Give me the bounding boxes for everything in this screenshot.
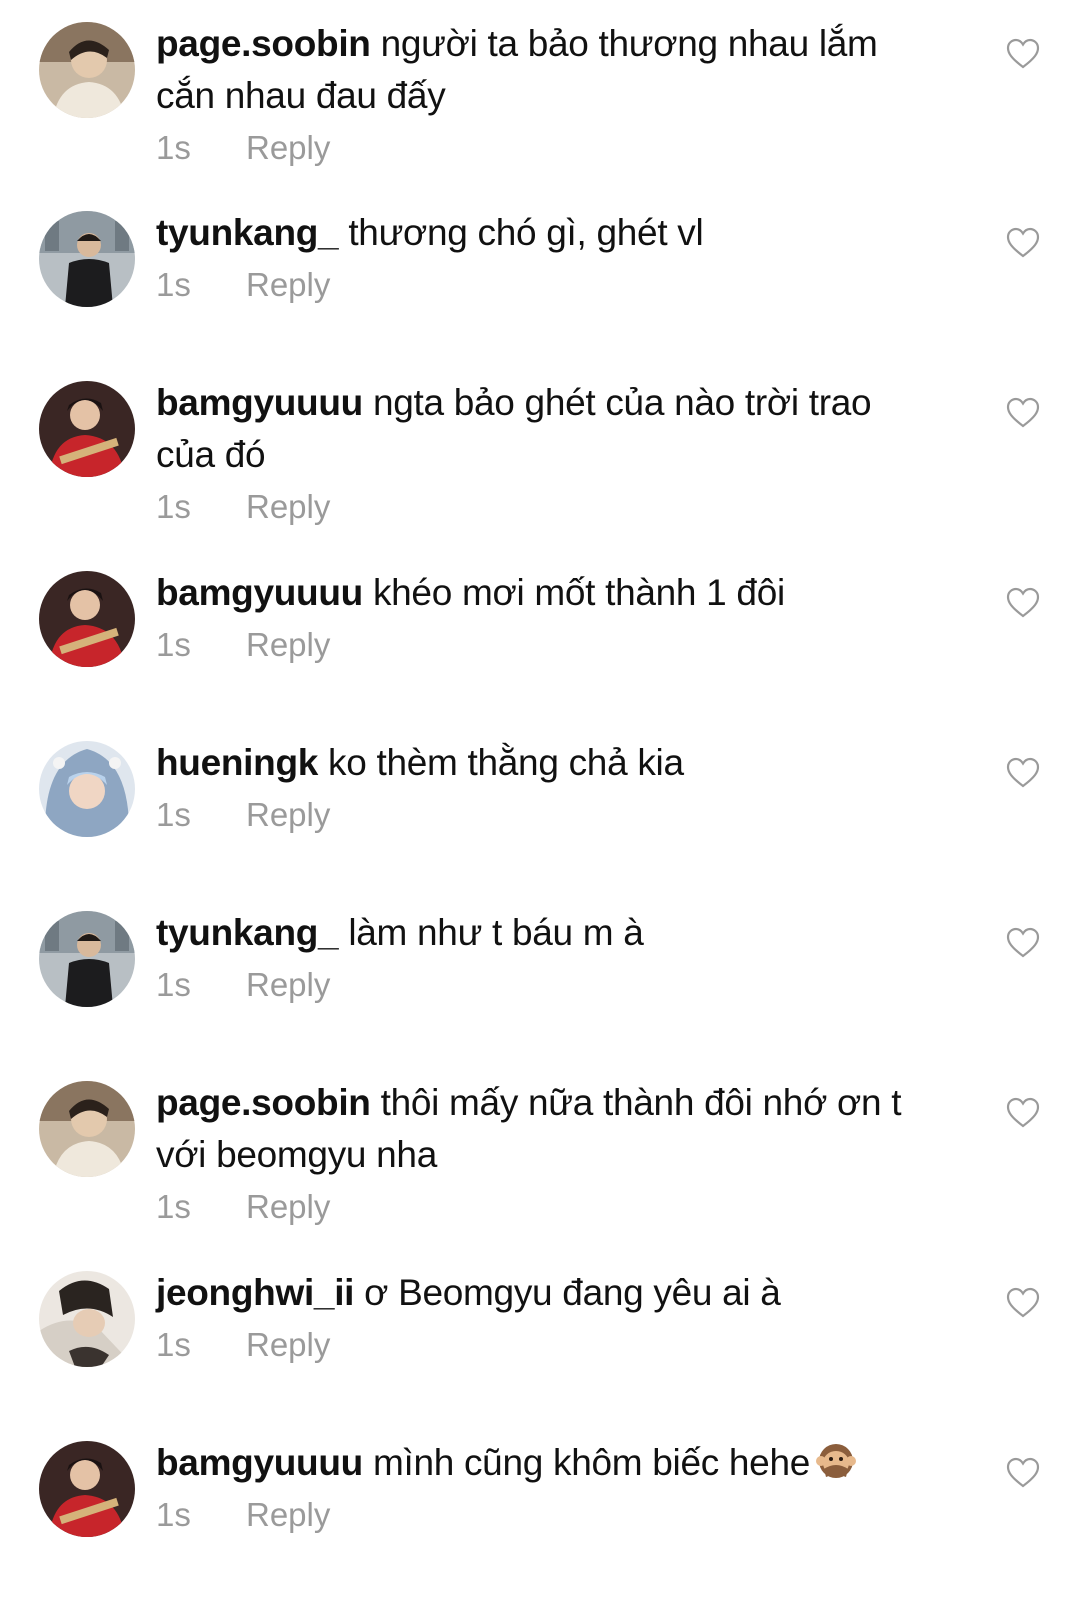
comment-username[interactable]: tyunkang_ xyxy=(156,212,339,253)
comment-time: 1s xyxy=(156,966,191,1003)
reply-button[interactable]: Reply xyxy=(246,1491,330,1539)
comment-time: 1s xyxy=(156,1326,191,1363)
avatar[interactable] xyxy=(39,1271,135,1367)
comment-time: 1s xyxy=(156,796,191,833)
comment-username[interactable]: bamgyuuuu xyxy=(156,572,363,613)
comment-text: khéo mơi mốt thành 1 đôi xyxy=(362,572,785,613)
avatar[interactable] xyxy=(39,911,135,1007)
comment-username[interactable]: tyunkang_ xyxy=(156,912,339,953)
heart-icon[interactable] xyxy=(1006,757,1040,789)
heart-icon[interactable] xyxy=(1006,397,1040,429)
comment-time: 1s xyxy=(156,1188,191,1225)
comment-text: ko thèm thằng chả kia xyxy=(318,742,684,783)
avatar[interactable] xyxy=(39,741,135,837)
heart-icon[interactable] xyxy=(1006,227,1040,259)
avatar[interactable] xyxy=(39,1441,135,1537)
speak-no-evil-monkey-icon xyxy=(816,1444,857,1478)
avatar[interactable] xyxy=(39,22,135,118)
comment-username[interactable]: page.soobin xyxy=(156,1082,371,1123)
comment-username[interactable]: jeonghwi_ii xyxy=(156,1272,354,1313)
heart-icon[interactable] xyxy=(1006,587,1040,619)
comment-text: làm như t báu m à xyxy=(338,912,644,953)
avatar[interactable] xyxy=(39,211,135,307)
avatar[interactable] xyxy=(39,571,135,667)
comment-username[interactable]: bamgyuuuu xyxy=(156,382,363,423)
reply-button[interactable]: Reply xyxy=(246,1183,330,1231)
comment-username[interactable]: bamgyuuuu xyxy=(156,1442,363,1483)
comment-time: 1s xyxy=(156,129,191,166)
reply-button[interactable]: Reply xyxy=(246,621,330,669)
reply-button[interactable]: Reply xyxy=(246,124,330,172)
avatar[interactable] xyxy=(39,381,135,477)
heart-icon[interactable] xyxy=(1006,38,1040,70)
reply-button[interactable]: Reply xyxy=(246,791,330,839)
heart-icon[interactable] xyxy=(1006,927,1040,959)
comment-time: 1s xyxy=(156,1496,191,1533)
comment-username[interactable]: hueningk xyxy=(156,742,318,783)
comment-text: ơ Beomgyu đang yêu ai à xyxy=(354,1272,781,1313)
reply-button[interactable]: Reply xyxy=(246,961,330,1009)
heart-icon[interactable] xyxy=(1006,1097,1040,1129)
comment-text: thương chó gì, ghét vl xyxy=(338,212,704,253)
comment-time: 1s xyxy=(156,266,191,303)
reply-button[interactable]: Reply xyxy=(246,483,330,531)
comment-text: mình cũng khôm biếc hehe xyxy=(362,1442,811,1483)
comment-time: 1s xyxy=(156,626,191,663)
reply-button[interactable]: Reply xyxy=(246,1321,330,1369)
heart-icon[interactable] xyxy=(1006,1457,1040,1489)
comment-username[interactable]: page.soobin xyxy=(156,23,371,64)
heart-icon[interactable] xyxy=(1006,1287,1040,1319)
comment-time: 1s xyxy=(156,488,191,525)
reply-button[interactable]: Reply xyxy=(246,261,330,309)
avatar[interactable] xyxy=(39,1081,135,1177)
